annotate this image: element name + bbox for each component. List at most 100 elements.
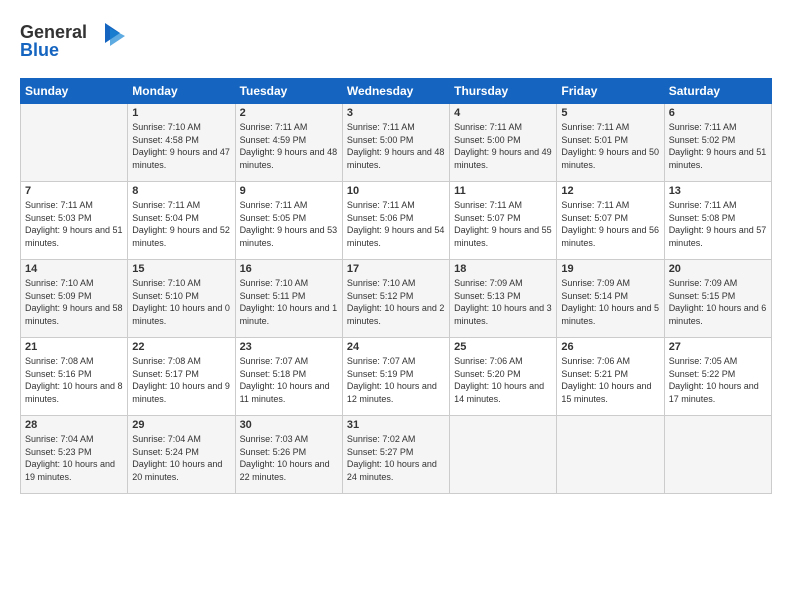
calendar-cell: 24 Sunrise: 7:07 AM Sunset: 5:19 PM Dayl… xyxy=(342,338,449,416)
day-number: 13 xyxy=(669,185,767,197)
day-number: 28 xyxy=(25,419,123,431)
calendar-cell: 19 Sunrise: 7:09 AM Sunset: 5:14 PM Dayl… xyxy=(557,260,664,338)
day-number: 22 xyxy=(132,341,230,353)
day-info: Sunrise: 7:07 AM Sunset: 5:18 PM Dayligh… xyxy=(240,355,338,405)
calendar-cell: 16 Sunrise: 7:10 AM Sunset: 5:11 PM Dayl… xyxy=(235,260,342,338)
day-info: Sunrise: 7:11 AM Sunset: 5:08 PM Dayligh… xyxy=(669,199,767,249)
day-number: 7 xyxy=(25,185,123,197)
day-number: 29 xyxy=(132,419,230,431)
day-info: Sunrise: 7:11 AM Sunset: 5:01 PM Dayligh… xyxy=(561,121,659,171)
day-number: 23 xyxy=(240,341,338,353)
day-info: Sunrise: 7:03 AM Sunset: 5:26 PM Dayligh… xyxy=(240,433,338,483)
day-info: Sunrise: 7:08 AM Sunset: 5:16 PM Dayligh… xyxy=(25,355,123,405)
calendar-cell: 30 Sunrise: 7:03 AM Sunset: 5:26 PM Dayl… xyxy=(235,416,342,494)
calendar-cell: 2 Sunrise: 7:11 AM Sunset: 4:59 PM Dayli… xyxy=(235,104,342,182)
calendar-cell: 21 Sunrise: 7:08 AM Sunset: 5:16 PM Dayl… xyxy=(21,338,128,416)
calendar-cell: 5 Sunrise: 7:11 AM Sunset: 5:01 PM Dayli… xyxy=(557,104,664,182)
header-wednesday: Wednesday xyxy=(342,79,449,104)
day-info: Sunrise: 7:11 AM Sunset: 5:02 PM Dayligh… xyxy=(669,121,767,171)
calendar-cell xyxy=(557,416,664,494)
header-thursday: Thursday xyxy=(450,79,557,104)
calendar-cell xyxy=(664,416,771,494)
day-info: Sunrise: 7:11 AM Sunset: 5:06 PM Dayligh… xyxy=(347,199,445,249)
calendar-cell: 8 Sunrise: 7:11 AM Sunset: 5:04 PM Dayli… xyxy=(128,182,235,260)
day-number: 21 xyxy=(25,341,123,353)
calendar-cell: 12 Sunrise: 7:11 AM Sunset: 5:07 PM Dayl… xyxy=(557,182,664,260)
day-number: 19 xyxy=(561,263,659,275)
logo: General Blue xyxy=(20,18,130,68)
day-number: 9 xyxy=(240,185,338,197)
day-info: Sunrise: 7:09 AM Sunset: 5:14 PM Dayligh… xyxy=(561,277,659,327)
day-number: 16 xyxy=(240,263,338,275)
day-number: 20 xyxy=(669,263,767,275)
day-number: 6 xyxy=(669,107,767,119)
calendar-cell: 22 Sunrise: 7:08 AM Sunset: 5:17 PM Dayl… xyxy=(128,338,235,416)
day-info: Sunrise: 7:05 AM Sunset: 5:22 PM Dayligh… xyxy=(669,355,767,405)
calendar-body: 1 Sunrise: 7:10 AM Sunset: 4:58 PM Dayli… xyxy=(21,104,772,494)
day-info: Sunrise: 7:11 AM Sunset: 5:05 PM Dayligh… xyxy=(240,199,338,249)
day-number: 27 xyxy=(669,341,767,353)
calendar-cell: 18 Sunrise: 7:09 AM Sunset: 5:13 PM Dayl… xyxy=(450,260,557,338)
day-number: 12 xyxy=(561,185,659,197)
day-number: 2 xyxy=(240,107,338,119)
calendar-cell: 31 Sunrise: 7:02 AM Sunset: 5:27 PM Dayl… xyxy=(342,416,449,494)
calendar-cell: 28 Sunrise: 7:04 AM Sunset: 5:23 PM Dayl… xyxy=(21,416,128,494)
day-info: Sunrise: 7:06 AM Sunset: 5:21 PM Dayligh… xyxy=(561,355,659,405)
day-number: 14 xyxy=(25,263,123,275)
calendar-cell: 14 Sunrise: 7:10 AM Sunset: 5:09 PM Dayl… xyxy=(21,260,128,338)
day-info: Sunrise: 7:08 AM Sunset: 5:17 PM Dayligh… xyxy=(132,355,230,405)
day-info: Sunrise: 7:10 AM Sunset: 4:58 PM Dayligh… xyxy=(132,121,230,171)
day-number: 11 xyxy=(454,185,552,197)
day-number: 26 xyxy=(561,341,659,353)
day-info: Sunrise: 7:11 AM Sunset: 5:00 PM Dayligh… xyxy=(347,121,445,171)
calendar-table: Sunday Monday Tuesday Wednesday Thursday… xyxy=(20,78,772,494)
header-monday: Monday xyxy=(128,79,235,104)
calendar-header: Sunday Monday Tuesday Wednesday Thursday… xyxy=(21,79,772,104)
day-info: Sunrise: 7:10 AM Sunset: 5:12 PM Dayligh… xyxy=(347,277,445,327)
calendar-cell xyxy=(21,104,128,182)
day-info: Sunrise: 7:11 AM Sunset: 4:59 PM Dayligh… xyxy=(240,121,338,171)
day-number: 1 xyxy=(132,107,230,119)
svg-text:General: General xyxy=(20,22,87,42)
header: General Blue xyxy=(20,18,772,68)
page: General Blue Sunday Monday Tuesday Wedne… xyxy=(0,0,792,504)
day-number: 31 xyxy=(347,419,445,431)
calendar-cell: 20 Sunrise: 7:09 AM Sunset: 5:15 PM Dayl… xyxy=(664,260,771,338)
calendar-cell xyxy=(450,416,557,494)
calendar-cell: 7 Sunrise: 7:11 AM Sunset: 5:03 PM Dayli… xyxy=(21,182,128,260)
calendar-cell: 10 Sunrise: 7:11 AM Sunset: 5:06 PM Dayl… xyxy=(342,182,449,260)
calendar-cell: 3 Sunrise: 7:11 AM Sunset: 5:00 PM Dayli… xyxy=(342,104,449,182)
day-number: 5 xyxy=(561,107,659,119)
calendar-cell: 4 Sunrise: 7:11 AM Sunset: 5:00 PM Dayli… xyxy=(450,104,557,182)
day-info: Sunrise: 7:02 AM Sunset: 5:27 PM Dayligh… xyxy=(347,433,445,483)
calendar-cell: 1 Sunrise: 7:10 AM Sunset: 4:58 PM Dayli… xyxy=(128,104,235,182)
calendar-cell: 9 Sunrise: 7:11 AM Sunset: 5:05 PM Dayli… xyxy=(235,182,342,260)
day-number: 10 xyxy=(347,185,445,197)
day-info: Sunrise: 7:09 AM Sunset: 5:15 PM Dayligh… xyxy=(669,277,767,327)
day-info: Sunrise: 7:11 AM Sunset: 5:07 PM Dayligh… xyxy=(454,199,552,249)
day-info: Sunrise: 7:04 AM Sunset: 5:24 PM Dayligh… xyxy=(132,433,230,483)
calendar-cell: 13 Sunrise: 7:11 AM Sunset: 5:08 PM Dayl… xyxy=(664,182,771,260)
day-number: 8 xyxy=(132,185,230,197)
day-number: 30 xyxy=(240,419,338,431)
header-friday: Friday xyxy=(557,79,664,104)
calendar-week-2: 14 Sunrise: 7:10 AM Sunset: 5:09 PM Dayl… xyxy=(21,260,772,338)
calendar-cell: 23 Sunrise: 7:07 AM Sunset: 5:18 PM Dayl… xyxy=(235,338,342,416)
calendar-week-4: 28 Sunrise: 7:04 AM Sunset: 5:23 PM Dayl… xyxy=(21,416,772,494)
day-info: Sunrise: 7:10 AM Sunset: 5:11 PM Dayligh… xyxy=(240,277,338,327)
calendar-week-3: 21 Sunrise: 7:08 AM Sunset: 5:16 PM Dayl… xyxy=(21,338,772,416)
day-info: Sunrise: 7:06 AM Sunset: 5:20 PM Dayligh… xyxy=(454,355,552,405)
day-info: Sunrise: 7:11 AM Sunset: 5:00 PM Dayligh… xyxy=(454,121,552,171)
day-number: 24 xyxy=(347,341,445,353)
logo-text: General Blue xyxy=(20,18,130,68)
calendar-cell: 26 Sunrise: 7:06 AM Sunset: 5:21 PM Dayl… xyxy=(557,338,664,416)
day-info: Sunrise: 7:11 AM Sunset: 5:03 PM Dayligh… xyxy=(25,199,123,249)
day-info: Sunrise: 7:11 AM Sunset: 5:07 PM Dayligh… xyxy=(561,199,659,249)
calendar-cell: 17 Sunrise: 7:10 AM Sunset: 5:12 PM Dayl… xyxy=(342,260,449,338)
header-sunday: Sunday xyxy=(21,79,128,104)
day-info: Sunrise: 7:09 AM Sunset: 5:13 PM Dayligh… xyxy=(454,277,552,327)
header-row: Sunday Monday Tuesday Wednesday Thursday… xyxy=(21,79,772,104)
calendar-week-1: 7 Sunrise: 7:11 AM Sunset: 5:03 PM Dayli… xyxy=(21,182,772,260)
calendar-week-0: 1 Sunrise: 7:10 AM Sunset: 4:58 PM Dayli… xyxy=(21,104,772,182)
day-number: 15 xyxy=(132,263,230,275)
